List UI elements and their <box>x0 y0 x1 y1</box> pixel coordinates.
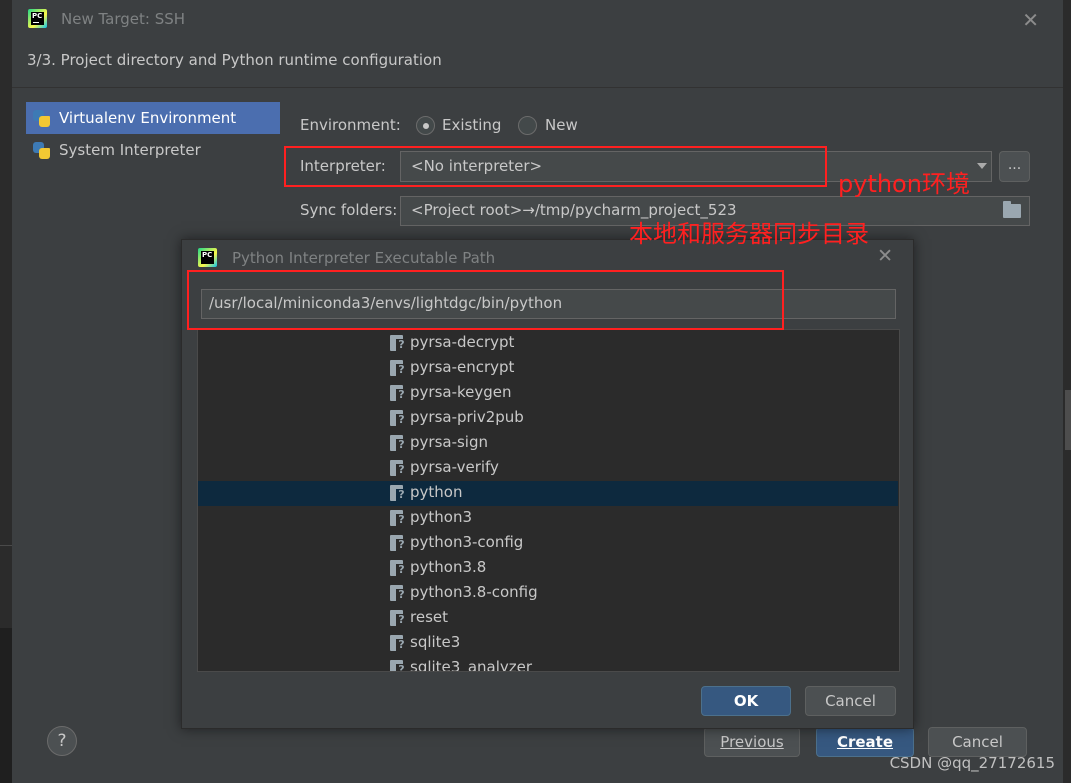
cancel-button[interactable]: Cancel <box>928 727 1027 757</box>
radio-new[interactable] <box>518 116 537 135</box>
dialog-titlebar: PC New Target: SSH ✕ <box>12 0 1063 38</box>
file-name: pyrsa-priv2pub <box>410 408 524 426</box>
interpreter-type-list: Virtualenv Environment System Interprete… <box>26 102 280 166</box>
python-env-annotation: python环境 <box>838 170 970 198</box>
file-tree-row[interactable]: pyrsa-decrypt <box>198 331 898 356</box>
close-icon[interactable]: ✕ <box>877 245 893 267</box>
close-icon[interactable]: ✕ <box>1022 8 1039 32</box>
executable-path-dialog-title: Python Interpreter Executable Path <box>232 249 496 267</box>
file-tree-row[interactable]: python3.8 <box>198 556 898 581</box>
file-tree-row[interactable]: sqlite3 <box>198 631 898 656</box>
file-name: pyrsa-sign <box>410 433 488 451</box>
folder-icon[interactable] <box>1003 201 1021 218</box>
previous-button[interactable]: Previous <box>704 727 800 757</box>
path-highlight-box <box>187 270 784 330</box>
unknown-file-icon <box>390 560 407 576</box>
file-name: python <box>410 483 463 501</box>
file-tree-row[interactable]: pyrsa-sign <box>198 431 898 456</box>
unknown-file-icon <box>390 410 407 426</box>
step-title: 3/3. Project directory and Python runtim… <box>27 51 442 69</box>
file-name: pyrsa-encrypt <box>410 358 515 376</box>
file-name: pyrsa-keygen <box>410 383 512 401</box>
environment-label: Environment: <box>300 116 401 134</box>
sidebar-item-label: System Interpreter <box>59 141 201 159</box>
python-icon <box>32 109 51 128</box>
unknown-file-icon <box>390 385 407 401</box>
unknown-file-icon <box>390 460 407 476</box>
unknown-file-icon <box>390 510 407 526</box>
unknown-file-icon <box>390 660 407 671</box>
unknown-file-icon <box>390 485 407 501</box>
unknown-file-icon <box>390 435 407 451</box>
radio-new-label[interactable]: New <box>545 116 578 134</box>
file-tree-row[interactable]: pyrsa-keygen <box>198 381 898 406</box>
file-tree-row[interactable]: python3.8-config <box>198 581 898 606</box>
dialog-title: New Target: SSH <box>61 10 186 28</box>
file-tree-row[interactable]: python3-config <box>198 531 898 556</box>
browse-interpreter-button[interactable]: ... <box>999 151 1030 182</box>
unknown-file-icon <box>390 635 407 651</box>
radio-existing[interactable] <box>416 116 435 135</box>
ok-button[interactable]: OK <box>701 686 791 716</box>
pycharm-logo-icon: PC <box>198 248 217 267</box>
background-divider <box>0 545 12 546</box>
sidebar-item-virtualenv[interactable]: Virtualenv Environment <box>26 102 280 134</box>
unknown-file-icon <box>390 585 407 601</box>
file-tree-row[interactable]: pyrsa-verify <box>198 456 898 481</box>
create-button[interactable]: Create <box>816 727 914 757</box>
unknown-file-icon <box>390 610 407 626</box>
file-name: python3.8 <box>410 558 487 576</box>
file-name: python3 <box>410 508 473 526</box>
file-name: pyrsa-decrypt <box>410 333 515 351</box>
unknown-file-icon <box>390 335 407 351</box>
file-name: python3.8-config <box>410 583 538 601</box>
help-button[interactable]: ? <box>47 726 77 756</box>
sidebar-item-label: Virtualenv Environment <box>59 109 237 127</box>
sidebar-item-system-interpreter[interactable]: System Interpreter <box>26 134 280 166</box>
divider <box>12 87 1063 88</box>
file-tree-row[interactable]: python3 <box>198 506 898 531</box>
watermark: CSDN @qq_27172615 <box>889 754 1055 772</box>
file-name: pyrsa-verify <box>410 458 499 476</box>
previous-button-label: Previous <box>720 733 784 751</box>
file-tree-row[interactable]: pyrsa-priv2pub <box>198 406 898 431</box>
sub-cancel-button[interactable]: Cancel <box>805 686 896 716</box>
sync-dir-annotation: 本地和服务器同步目录 <box>629 220 869 248</box>
file-tree-row[interactable]: pyrsa-encrypt <box>198 356 898 381</box>
file-name: reset <box>410 608 448 626</box>
create-button-label: Create <box>836 733 894 751</box>
background-ide-panel <box>0 628 12 783</box>
file-name: sqlite3_analyzer <box>410 658 533 672</box>
file-tree-row[interactable]: sqlite3_analyzer <box>198 656 898 672</box>
file-tree-row[interactable]: python <box>198 481 898 506</box>
radio-existing-label[interactable]: Existing <box>442 116 501 134</box>
file-name: sqlite3 <box>410 633 461 651</box>
chevron-down-icon[interactable] <box>977 163 987 169</box>
sync-folders-label: Sync folders: <box>300 201 398 219</box>
file-tree[interactable]: sqlite3_analyzer sqlite3 reset python3.8-co… <box>197 329 900 672</box>
unknown-file-icon <box>390 360 407 376</box>
file-tree-row[interactable]: reset <box>198 606 898 631</box>
background-scroll-thumb <box>1065 390 1071 450</box>
file-name: python3-config <box>410 533 524 551</box>
pycharm-logo-icon: PC <box>28 9 47 28</box>
interpreter-highlight-box <box>284 146 827 187</box>
background-right-edge <box>1063 0 1071 783</box>
python-icon <box>32 141 51 160</box>
unknown-file-icon <box>390 535 407 551</box>
